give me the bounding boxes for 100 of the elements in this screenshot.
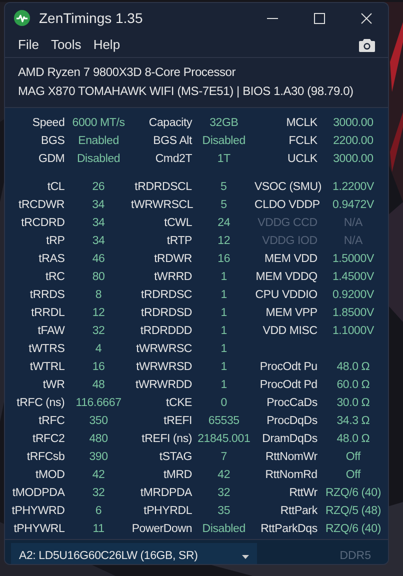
field-value: 1 [220,288,228,304]
field-value: 5 [220,198,228,214]
field-value: 116.6667 [74,396,122,412]
field-label: ProcDqDs [266,414,318,430]
field-value: 32 [91,486,106,502]
field-value: 12 [91,306,106,322]
close-icon[interactable] [361,12,372,24]
field-label: MEM VDDQ [254,270,318,286]
field-value: 4 [94,342,103,358]
field-value: 21845.001 [196,432,252,448]
caret-icon [242,555,249,559]
field-value: 0.9472V [332,198,375,214]
field-value: 7 [220,450,228,466]
field-label: BGS [40,134,66,150]
field-label: tRDRDDD [139,324,194,340]
window-title: ZenTimings 1.35 [39,8,143,28]
field-value: 1 [220,324,228,340]
field-label: tPHYWRD [10,504,66,520]
field-value: 0.9200V [331,288,375,304]
field-value: 1T [216,152,232,168]
field-label: tSTAG [158,450,194,466]
app-logo-icon [14,10,30,26]
field-label: tRRDL [30,306,66,322]
field-label: tRFC2 [31,432,66,448]
field-label: tRCDWR [17,198,66,214]
field-value: 48 [91,378,106,394]
field-label: tWR [42,378,66,394]
field-label: UCLK [286,152,318,168]
field-value: 35 [216,504,232,520]
field-label: RttParkDqs [260,522,318,538]
field-label: tRDRDSCL [134,180,193,196]
field-label: tMRD [162,468,194,484]
field-value: 42 [91,468,106,484]
field-label: tCKE [164,396,194,412]
field-value: 12 [216,234,232,250]
field-label: tRDRDSC [140,288,194,304]
field-value: 42 [216,468,232,484]
field-label: RttPark [279,504,318,520]
field-value: 390 [88,450,109,466]
field-label: tRFC (ns) [16,396,66,412]
field-value: 11 [92,522,106,538]
field-label: VSOC (SMU) [254,180,318,196]
field-label: MCLK [285,116,318,132]
module-dropdown[interactable]: A2: LD5U16G60C26LW (16GB, SR) [11,543,257,564]
field-value: 80 [91,270,106,286]
field-label: tPHYWRL [12,522,66,538]
field-value: 1.1000V [331,324,375,340]
field-label: FCLK [288,134,318,150]
menu-item[interactable]: Help [89,35,124,55]
field-value: 34.3 Ω [336,414,371,430]
field-value: 5 [220,180,228,196]
menu-item[interactable]: Tools [46,35,86,55]
field-value: 1 [220,378,228,394]
field-value: N/A [342,216,364,232]
field-label: CLDO VDDP [254,198,319,214]
field-value: Disabled [201,522,246,538]
field-label: PowerDown [131,522,194,538]
camera-icon[interactable] [359,38,375,52]
field-value: 0 [220,396,228,412]
field-label: tMOD [34,468,66,484]
field-value: RZQ/6 (40) [324,486,382,502]
field-label: RttWr [288,486,318,502]
field-value: Off [344,450,362,466]
field-label: GDM [37,152,66,168]
field-value: 1.4500V [331,270,375,286]
field-value: 1 [220,270,228,286]
field-value: 32GB [208,116,240,132]
field-label: MEM VPP [264,306,318,322]
field-value: 480 [88,432,109,448]
field-label: Capacity [148,116,194,132]
field-value: 24 [216,216,232,232]
field-label: tCL [46,180,66,196]
field-label: tWTRL [28,360,66,376]
field-label: tWRWRSD [135,360,194,376]
field-label: tWTRS [28,342,66,358]
field-label: ProcOdt Pd [258,378,318,394]
field-label: tRFC [38,414,66,430]
menu-item[interactable]: File [14,35,43,55]
cpu-name: AMD Ryzen 7 9800X3D 8-Core Processor [18,64,237,81]
field-value: 6 [94,504,103,520]
field-value: 1.2200V [332,180,375,196]
field-value: Enabled [77,134,120,150]
field-value: 6000 MT/s [71,116,126,132]
field-value: Disabled [76,152,122,168]
field-value: 32 [216,486,232,502]
field-label: tWRWRSCL [131,198,194,214]
field-value: 8 [94,288,103,304]
field-value: 26 [91,180,106,196]
field-label: VDDG CCD [256,216,318,232]
field-label: tREFI [162,414,194,430]
field-value: 32 [91,324,106,340]
field-value: RZQ/5 (48) [324,504,382,520]
field-value: 16 [91,360,106,376]
field-value: 1.5000V [331,252,375,268]
field-label: tRDRDSD [140,306,194,322]
field-label: tPHYRDL [142,504,194,520]
board-info: MAG X870 TOMAHAWK WIFI (MS-7E51) | BIOS 1.A30 (98.79.0) [18,83,354,100]
field-label: tWRWRSC [135,342,194,358]
maximize-icon[interactable] [314,12,325,24]
field-value: 48.0 Ω [336,432,371,448]
